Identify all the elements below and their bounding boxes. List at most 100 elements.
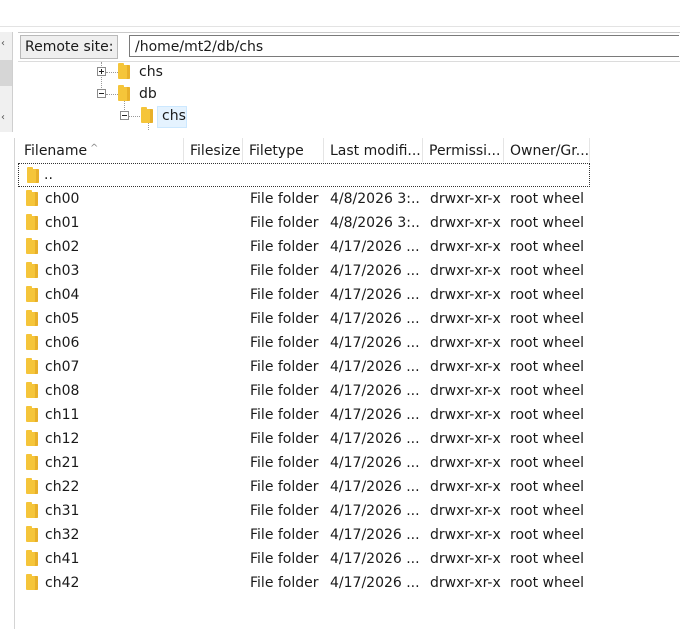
file-row[interactable]: ch32 File folder 4/17/2026 ... drwxr-xr-x ro… [18,523,590,547]
file-row[interactable]: ch05 File folder 4/17/2026 ... drwxr-xr-x ro… [18,307,590,331]
parent-directory-row[interactable]: .. [18,163,590,187]
file-modified: 4/17/2026 ... [330,575,420,591]
file-modified: 4/17/2026 ... [330,407,420,423]
column-header-filesize[interactable]: Filesize [184,138,243,162]
local-file-list-edge [0,138,15,629]
file-row[interactable]: ch12 File folder 4/17/2026 ... drwxr-xr-x ro… [18,427,590,451]
file-permissions: drwxr-xr-x [430,383,501,399]
file-type: File folder [250,311,319,327]
file-name: ch12 [45,431,80,447]
file-name: ch21 [45,455,80,471]
file-type: File folder [250,191,319,207]
tree-node-chs-selected[interactable]: chs [18,106,318,128]
file-name: ch22 [45,479,80,495]
scroll-up-icon[interactable]: ‹ [1,38,5,49]
top-toolbar-strip [0,0,680,27]
file-name: ch00 [45,191,80,207]
file-owner-group: root wheel [510,383,584,399]
file-permissions: drwxr-xr-x [430,527,501,543]
file-modified: 4/17/2026 ... [330,431,420,447]
column-header-last-modified[interactable]: Last modifi... [324,138,423,162]
file-type: File folder [250,407,319,423]
file-modified: 4/17/2026 ... [330,503,420,519]
file-owner-group: root wheel [510,215,584,231]
file-modified: 4/17/2026 ... [330,455,420,471]
file-row[interactable]: ch22 File folder 4/17/2026 ... drwxr-xr-x ro… [18,475,590,499]
parent-directory-label: .. [44,167,53,183]
file-type: File folder [250,215,319,231]
file-row[interactable]: ch08 File folder 4/17/2026 ... drwxr-xr-x ro… [18,379,590,403]
file-owner-group: root wheel [510,191,584,207]
folder-icon [26,478,38,494]
column-header-filetype[interactable]: Filetype [243,138,324,162]
local-pane-scrollbar-thumb[interactable] [0,60,12,86]
file-permissions: drwxr-xr-x [430,287,501,303]
file-type: File folder [250,239,319,255]
file-row[interactable]: ch31 File folder 4/17/2026 ... drwxr-xr-x ro… [18,499,590,523]
file-owner-group: root wheel [510,311,584,327]
file-modified: 4/17/2026 ... [330,335,420,351]
file-row[interactable]: ch21 File folder 4/17/2026 ... drwxr-xr-x ro… [18,451,590,475]
folder-icon [118,85,130,101]
file-modified: 4/17/2026 ... [330,311,420,327]
file-permissions: drwxr-xr-x [430,479,501,495]
column-header-owner-group[interactable]: Owner/Gr... [504,138,590,162]
file-row[interactable]: ch42 File folder 4/17/2026 ... drwxr-xr-x ro… [18,571,590,595]
file-name: ch03 [45,263,80,279]
file-owner-group: root wheel [510,359,584,375]
file-permissions: drwxr-xr-x [430,359,501,375]
file-name: ch31 [45,503,80,519]
file-owner-group: root wheel [510,263,584,279]
file-row[interactable]: ch00 File folder 4/8/2026 3:... drwxr-xr-x r… [18,187,590,211]
file-name: ch02 [45,239,80,255]
file-permissions: drwxr-xr-x [430,455,501,471]
scroll-down-icon[interactable]: ‹ [1,112,5,123]
file-permissions: drwxr-xr-x [430,191,501,207]
folder-icon [26,286,38,302]
file-type: File folder [250,479,319,495]
file-row[interactable]: ch03 File folder 4/17/2026 ... drwxr-xr-x ro… [18,259,590,283]
file-type: File folder [250,287,319,303]
file-name: ch32 [45,527,80,543]
file-type: File folder [250,527,319,543]
file-type: File folder [250,383,319,399]
folder-icon [118,63,130,79]
file-row[interactable]: ch07 File folder 4/17/2026 ... drwxr-xr-x ro… [18,355,590,379]
file-name: ch07 [45,359,80,375]
file-modified: 4/8/2026 3:... [330,215,420,231]
file-row[interactable]: ch06 File folder 4/17/2026 ... drwxr-xr-x ro… [18,331,590,355]
file-type: File folder [250,263,319,279]
folder-icon [141,107,153,123]
file-row[interactable]: ch01 File folder 4/8/2026 3:... drwxr-xr-x r… [18,211,590,235]
folder-icon [26,406,38,422]
file-modified: 4/17/2026 ... [330,239,420,255]
tree-node-label: db [139,86,157,102]
file-permissions: drwxr-xr-x [430,239,501,255]
tree-node-chs[interactable]: chs [18,62,318,82]
tree-collapse-icon[interactable] [97,89,106,98]
file-owner-group: root wheel [510,575,584,591]
remote-site-bar: Remote site: /home/mt2/db/chs [18,32,680,62]
folder-icon [26,550,38,566]
file-owner-group: root wheel [510,287,584,303]
tree-node-db[interactable]: db [18,84,318,104]
remote-path-input[interactable]: /home/mt2/db/chs [129,35,679,57]
file-permissions: drwxr-xr-x [430,575,501,591]
folder-icon [26,430,38,446]
column-header-filename[interactable]: Filename ^ [18,138,184,162]
file-row[interactable]: ch02 File folder 4/17/2026 ... drwxr-xr-x ro… [18,235,590,259]
file-modified: 4/8/2026 3:... [330,191,420,207]
tree-expand-icon[interactable] [97,67,106,76]
folder-icon [26,214,38,230]
file-row[interactable]: ch04 File folder 4/17/2026 ... drwxr-xr-x ro… [18,283,590,307]
tree-node-label: chs [139,64,163,80]
folder-icon [26,334,38,350]
file-modified: 4/17/2026 ... [330,479,420,495]
file-name: ch05 [45,311,80,327]
tree-collapse-icon[interactable] [120,111,129,120]
file-row[interactable]: ch11 File folder 4/17/2026 ... drwxr-xr-x ro… [18,403,590,427]
file-permissions: drwxr-xr-x [430,215,501,231]
column-header-permissions[interactable]: Permissi... [423,138,504,162]
file-row[interactable]: ch41 File folder 4/17/2026 ... drwxr-xr-x ro… [18,547,590,571]
folder-icon [26,262,38,278]
